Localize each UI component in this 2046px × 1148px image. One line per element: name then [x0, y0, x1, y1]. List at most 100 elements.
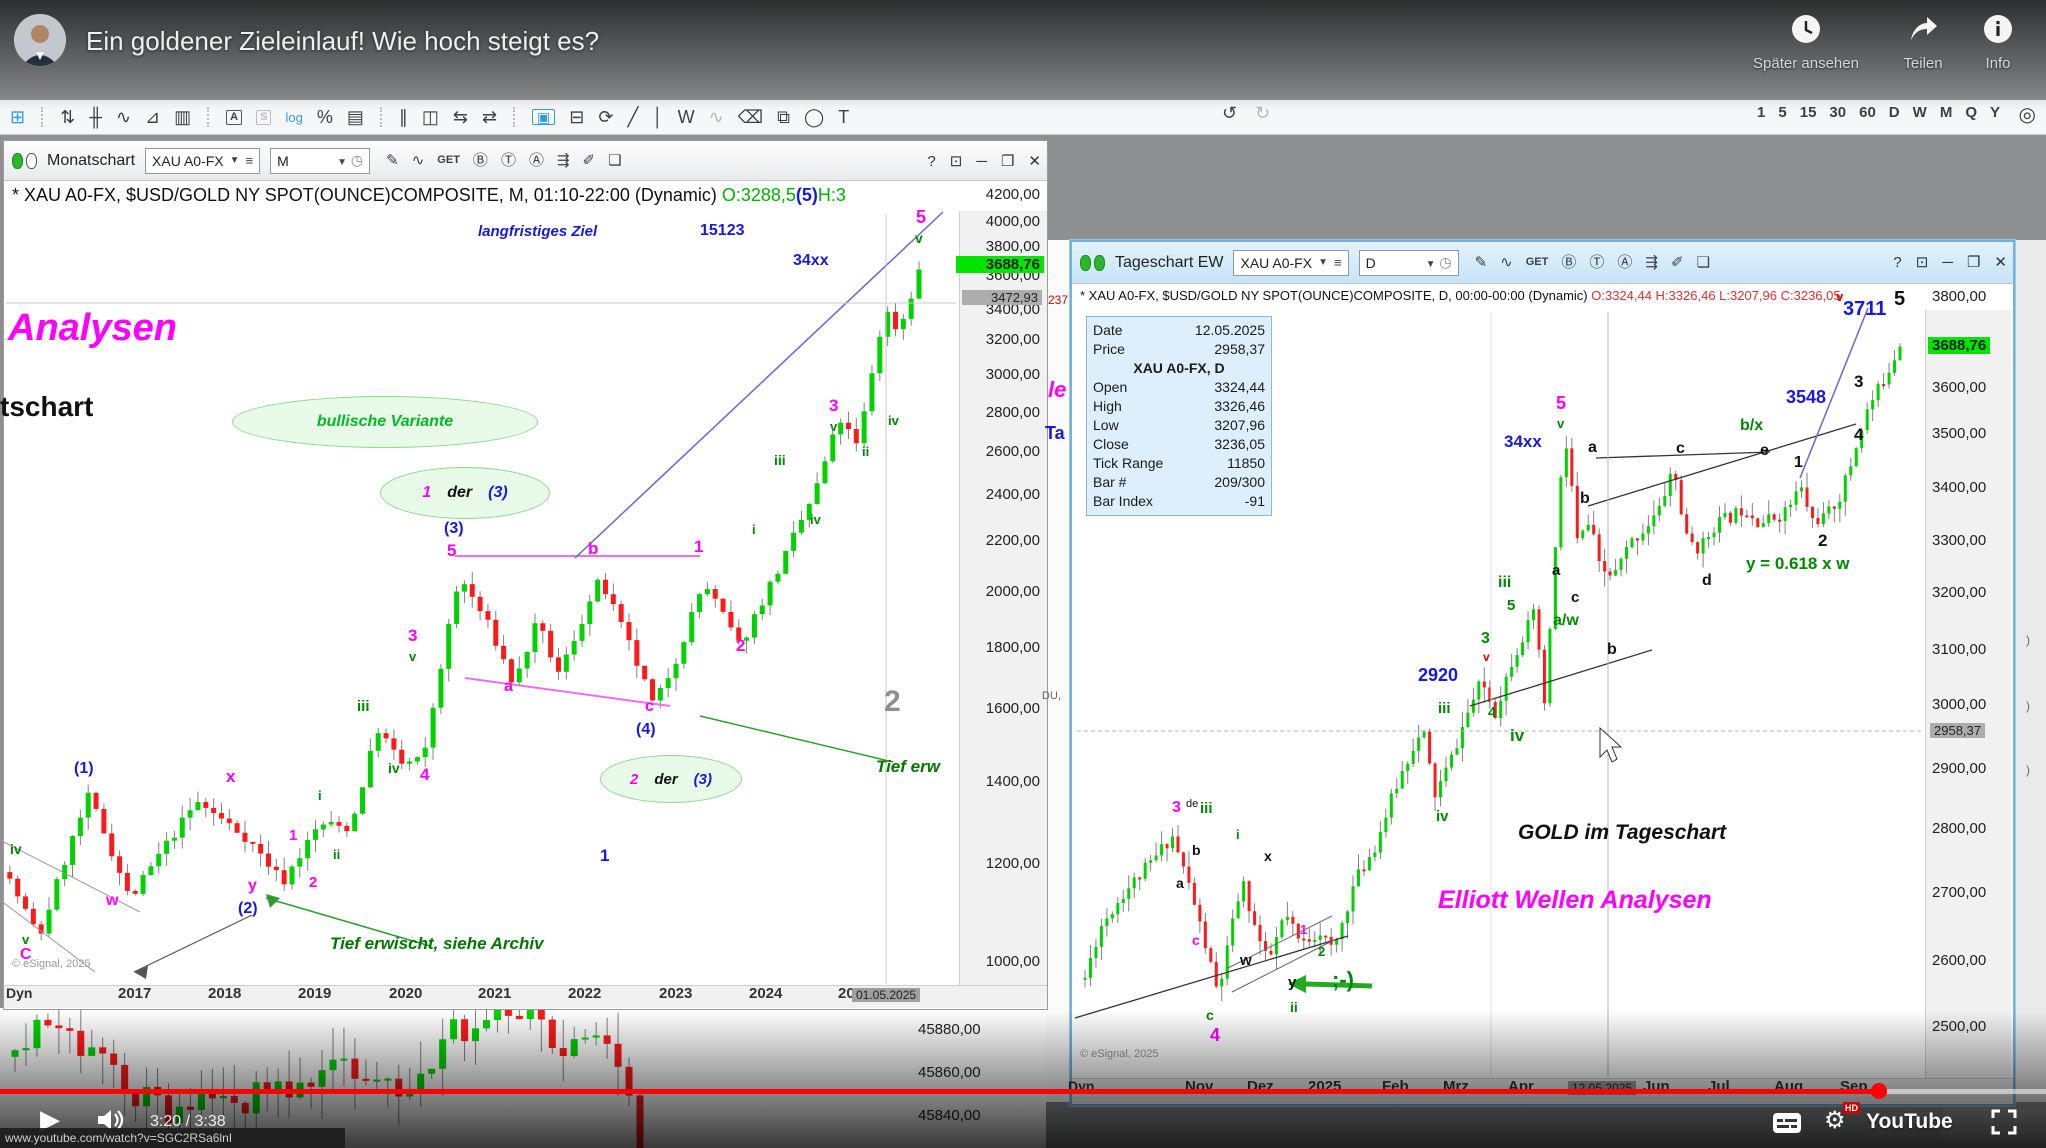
wave-icon[interactable]: ∿ — [412, 153, 425, 168]
redo-icon[interactable]: ↻ — [1255, 104, 1270, 122]
subtitles-icon — [1772, 1112, 1802, 1134]
price-scale-icon[interactable]: ⇅ — [60, 108, 75, 126]
circle-b-icon[interactable]: Ⓑ — [1561, 255, 1576, 270]
timeframe-60[interactable]: 60 — [1859, 104, 1876, 121]
timeframe-15[interactable]: 15 — [1800, 104, 1817, 121]
maximize-button[interactable]: ❐ — [1001, 152, 1014, 170]
chart-annotation: iv — [388, 761, 400, 775]
trendline-tool-icon[interactable]: ╱ — [627, 108, 638, 126]
help-button[interactable]: ? — [927, 153, 935, 170]
info-button[interactable]: Info — [1938, 14, 2046, 72]
eraser-icon[interactable]: ⌫ — [738, 108, 763, 126]
circle-t-icon[interactable]: Ⓣ — [1589, 255, 1604, 270]
circle-t-icon[interactable]: Ⓣ — [501, 153, 516, 168]
table-a-icon[interactable]: A — [226, 110, 242, 125]
symbol-combo[interactable]: XAU A0-FX ▼ ≡ — [145, 148, 260, 174]
minimize-button[interactable]: ─ — [976, 153, 987, 170]
notes-icon[interactable]: ✐ — [583, 153, 596, 168]
area-style-icon[interactable]: ⊿ — [145, 108, 160, 126]
chart-annotation: 2920 — [1418, 666, 1458, 684]
vline-tool-icon[interactable]: │ — [652, 108, 663, 126]
avatar-image — [14, 14, 66, 66]
video-title[interactable]: Ein goldener Zieleinlauf! Wie hoch steig… — [86, 26, 599, 57]
candlestick-style-icon[interactable]: ╫ — [89, 108, 102, 126]
duplicate-icon[interactable]: ⧉ — [777, 108, 790, 126]
chart-annotation: 2022 — [568, 986, 601, 1001]
notes-icon[interactable]: ✐ — [1671, 255, 1684, 270]
symbol-combo[interactable]: XAU A0-FX ▼ ≡ — [1233, 250, 1348, 276]
close-button[interactable]: ✕ — [1028, 152, 1041, 170]
layout-icon[interactable]: ⊟ — [569, 108, 584, 126]
circle-a-icon[interactable]: Ⓐ — [529, 153, 544, 168]
compress-bars-icon[interactable]: ⇄ — [482, 108, 497, 126]
compare-icon[interactable]: ⇶ — [1645, 255, 1658, 270]
table-s-icon[interactable]: S — [256, 110, 271, 125]
watch-later-button[interactable]: Später ansehen — [1746, 14, 1866, 72]
timeframe-1[interactable]: 1 — [1757, 104, 1765, 121]
volume-style-icon[interactable]: ▥ — [174, 108, 191, 126]
chart-annotation: 2600,00 — [1932, 953, 1986, 968]
interval-combo[interactable]: D ▼ ◷ — [1359, 250, 1459, 276]
undo-icon[interactable]: ↺ — [1222, 104, 1237, 122]
close-button[interactable]: ✕ — [1994, 253, 2007, 271]
data-window-row: High3326,46 — [1093, 397, 1265, 416]
refresh-icon[interactable]: ⟳ — [598, 108, 613, 126]
zigzag-tool-icon[interactable]: W — [678, 108, 695, 126]
window-titlebar[interactable]: Tageschart EW XAU A0-FX ▼ ≡ D ▼ ◷ ✎∿GETⒷ… — [1072, 242, 2013, 284]
window-titlebar[interactable]: Monatschart XAU A0-FX ▼ ≡ M ▼ ◷ ✎∿GETⒷⓉⒶ… — [4, 141, 1047, 181]
chat-icon[interactable]: ❏ — [608, 153, 621, 168]
pencil-icon[interactable]: ✎ — [1475, 255, 1488, 270]
progress-bar-played[interactable] — [0, 1089, 1880, 1094]
line-style-icon[interactable]: ∿ — [116, 108, 131, 126]
expand-bars-icon[interactable]: ⇆ — [453, 108, 468, 126]
timeframe-5[interactable]: 5 — [1778, 104, 1786, 121]
get-button[interactable]: GET — [1526, 257, 1549, 268]
chart-annotation: d — [1702, 573, 1712, 589]
channel-avatar[interactable] — [14, 14, 66, 66]
percent-scale-icon[interactable]: % — [317, 108, 333, 126]
chat-icon[interactable]: ❏ — [1697, 255, 1710, 270]
compare-icon[interactable]: ⇶ — [557, 153, 570, 168]
timeframe-D[interactable]: D — [1889, 104, 1900, 121]
chart-annotation: 34xx — [1504, 433, 1542, 450]
chart-annotation: a — [1176, 876, 1184, 890]
interval-combo[interactable]: M ▼ ◷ — [270, 148, 370, 174]
chart-annotation: a/w — [1553, 613, 1579, 629]
progress-scrubber[interactable] — [1871, 1083, 1887, 1099]
get-button[interactable]: GET — [437, 155, 460, 166]
chart-annotation: iii — [357, 699, 370, 714]
wave-2-der-3-ellipse: 2der(3) — [600, 755, 742, 803]
progress-bar-remaining[interactable] — [1880, 1089, 2046, 1094]
grid-settings-icon[interactable]: ▤ — [347, 108, 364, 126]
log-scale-icon[interactable]: log — [285, 111, 302, 124]
pencil-icon[interactable]: ✎ — [386, 153, 399, 168]
subtitles-button[interactable] — [1772, 1112, 1802, 1139]
dock-button[interactable]: ⊡ — [1916, 253, 1929, 271]
target-icon[interactable]: ◎ — [2019, 102, 2036, 127]
pointer-mode-icon[interactable]: ▣ — [532, 109, 555, 125]
circle-a-icon[interactable]: Ⓐ — [1617, 255, 1632, 270]
symbol-description: * XAU A0-FX, $USD/GOLD NY SPOT(OUNCE)COM… — [1080, 288, 1591, 303]
youtube-logo[interactable]: YouTube — [1866, 1110, 1953, 1134]
maximize-button[interactable]: ❐ — [1967, 253, 1980, 271]
ellipse-tool-icon[interactable]: ◯ — [804, 108, 824, 126]
symbol-info-line: * XAU A0-FX, $USD/GOLD NY SPOT(OUNCE)COM… — [1080, 288, 1920, 303]
timeframe-M[interactable]: M — [1940, 104, 1953, 121]
help-button[interactable]: ? — [1893, 254, 1901, 271]
timeframe-Q[interactable]: Q — [1965, 104, 1977, 121]
timeframe-Y[interactable]: Y — [1990, 104, 2000, 121]
timeframe-30[interactable]: 30 — [1829, 104, 1846, 121]
share-icon — [1907, 14, 1939, 44]
background-fragment: DU, — [1042, 691, 1061, 702]
circle-b-icon[interactable]: Ⓑ — [473, 153, 488, 168]
split-vertical-icon[interactable]: ∥ — [399, 108, 408, 126]
new-chart-icon[interactable]: ⊞ — [10, 108, 25, 126]
split-horizontal-icon[interactable]: ◫ — [422, 108, 439, 126]
timeframe-W[interactable]: W — [1913, 104, 1927, 121]
wave-icon[interactable]: ∿ — [1500, 255, 1513, 270]
text-tool-icon[interactable]: T — [838, 108, 849, 126]
fullscreen-button[interactable] — [1990, 1108, 2018, 1141]
wave-tool-icon[interactable]: ∿ — [709, 108, 724, 126]
dock-button[interactable]: ⊡ — [950, 152, 963, 170]
minimize-button[interactable]: ─ — [1942, 254, 1953, 271]
